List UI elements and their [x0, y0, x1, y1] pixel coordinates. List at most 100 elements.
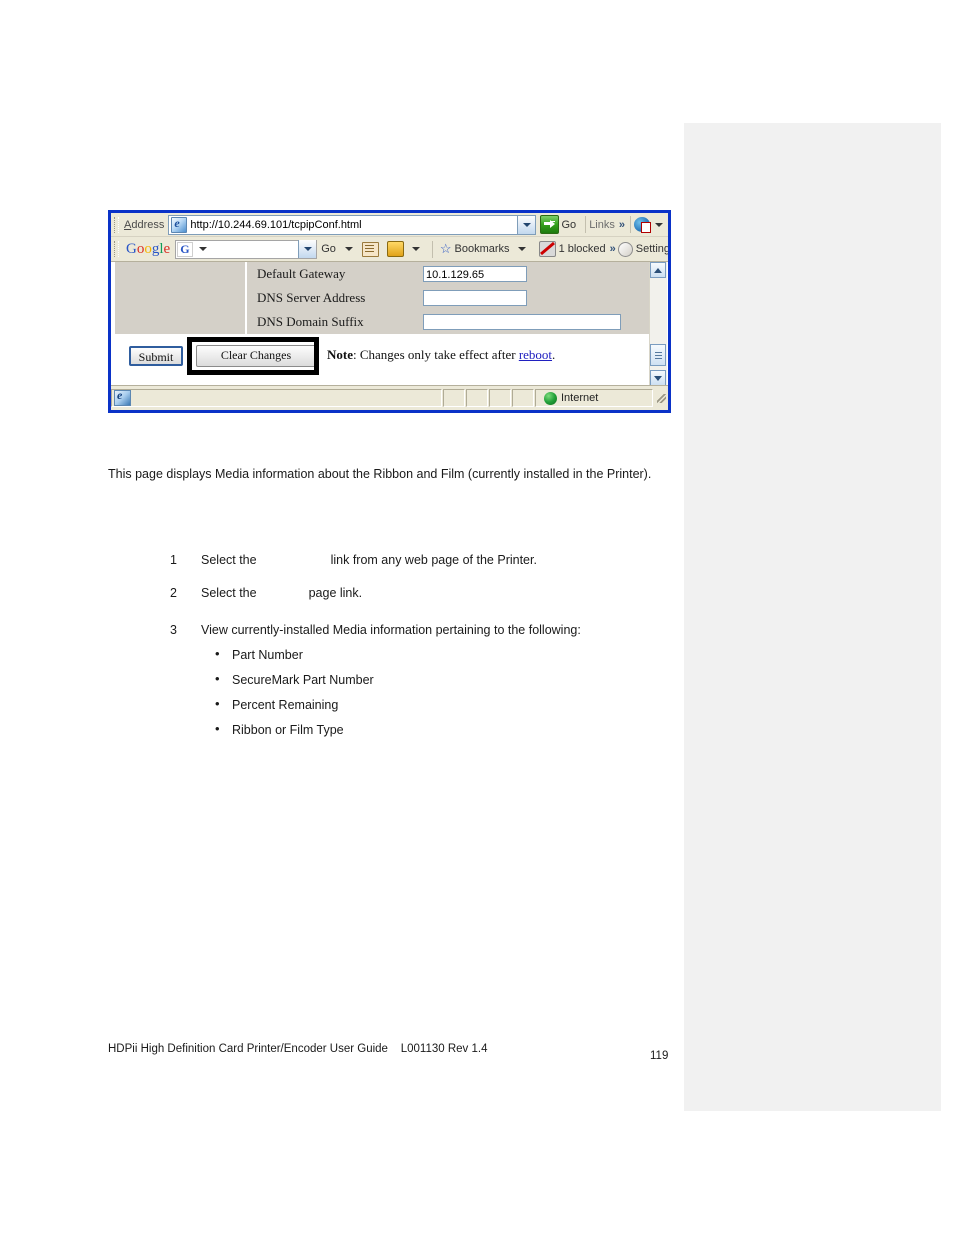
- note-prefix: Note: [327, 347, 353, 362]
- browser-status-bar: Internet: [111, 385, 668, 410]
- status-cell: [466, 389, 488, 407]
- google-badge-icon: G: [177, 241, 193, 257]
- field-row-default-gateway: Default Gateway 10.1.129.65: [247, 262, 649, 286]
- chevron-down-icon[interactable]: [517, 247, 526, 251]
- intro-paragraph: This page displays Media information abo…: [108, 467, 652, 481]
- star-icon: ☆: [439, 241, 452, 256]
- form-note: Note: Changes only take effect after reb…: [327, 347, 555, 363]
- right-margin-panel: [684, 123, 941, 1111]
- bullet-part-number: Part Number: [108, 646, 668, 663]
- google-popup-blocker-button[interactable]: [383, 241, 429, 257]
- google-logo: Google: [126, 240, 171, 257]
- step-3-text: View currently-installed Media informati…: [201, 623, 581, 637]
- step-1-text-before: Select the: [201, 553, 257, 567]
- status-cell: [489, 389, 511, 407]
- settings-label: Settings: [635, 243, 671, 255]
- blocked-popups-icon: [538, 241, 556, 257]
- note-suffix: .: [552, 347, 556, 362]
- status-cell: [512, 389, 534, 407]
- dns-server-address-input[interactable]: [423, 290, 527, 306]
- globe-icon: [544, 391, 557, 405]
- procedure-steps: 1 Select the link from any web page of th…: [108, 552, 668, 738]
- submit-button[interactable]: Submit: [129, 346, 183, 366]
- page-number: 119: [650, 1050, 669, 1062]
- address-bar: Address http://10.244.69.101/tcpipConf.h…: [111, 213, 668, 237]
- step-2-body: Select the page link.: [201, 585, 668, 601]
- toolbar-grip[interactable]: [114, 241, 119, 257]
- dns-domain-suffix-label: DNS Domain Suffix: [257, 314, 364, 329]
- form-fields-column: Default Gateway 10.1.129.65 DNS Server A…: [247, 262, 649, 334]
- toolbar-separator: [585, 216, 587, 233]
- go-arrow-icon: [539, 215, 559, 234]
- settings-icon: [617, 241, 633, 257]
- bullet-securemark-part-number: SecureMark Part Number: [108, 671, 668, 688]
- step-1: 1 Select the link from any web page of th…: [108, 552, 668, 568]
- step-3: 3 View currently-installed Media informa…: [108, 622, 668, 638]
- page-footer: HDPii High Definition Card Printer/Encod…: [108, 1043, 488, 1055]
- resize-grip-icon[interactable]: [654, 391, 668, 405]
- google-search-dropdown-icon[interactable]: [298, 240, 317, 258]
- dns-domain-suffix-input[interactable]: [423, 314, 621, 330]
- note-body: : Changes only take effect after: [353, 347, 519, 362]
- status-message-cell: [111, 388, 442, 407]
- dns-server-address-label: DNS Server Address: [257, 290, 366, 305]
- bullet-percent-remaining: Percent Remaining: [108, 696, 668, 713]
- field-row-dns-server-address: DNS Server Address: [247, 286, 649, 310]
- bookmarks-label: Bookmarks: [454, 243, 510, 255]
- google-bookmarks-button[interactable]: ☆ Bookmarks: [436, 241, 535, 257]
- chevron-down-icon[interactable]: [411, 247, 420, 251]
- step-2-text-before: Select the: [201, 586, 257, 600]
- vertical-scrollbar[interactable]: [649, 262, 667, 386]
- tcpip-config-form: Default Gateway 10.1.129.65 DNS Server A…: [115, 262, 649, 334]
- browser-icon: [114, 388, 131, 406]
- status-cell: [443, 389, 465, 407]
- scroll-up-button[interactable]: [650, 262, 666, 278]
- reboot-link[interactable]: reboot: [519, 347, 552, 362]
- step-3-number: 3: [170, 623, 177, 637]
- google-blocked-counter[interactable]: 1 blocked: [535, 241, 610, 257]
- step-1-number: 1: [170, 553, 177, 567]
- google-news-button[interactable]: [358, 241, 383, 257]
- form-left-column: [115, 262, 247, 334]
- chevron-down-icon[interactable]: [198, 247, 207, 251]
- go-button[interactable]: Go: [538, 215, 583, 234]
- bullet-ribbon-or-film-type: Ribbon or Film Type: [108, 721, 668, 738]
- step-1-body: Select the link from any web page of the …: [201, 552, 668, 568]
- media-info-bullet-list: Part Number SecureMark Part Number Perce…: [108, 646, 668, 738]
- chevron-double-right-icon[interactable]: »: [619, 219, 625, 231]
- address-url-text: http://10.244.69.101/tcpipConf.html: [190, 218, 362, 231]
- page-favicon-icon: [171, 216, 188, 233]
- security-zone-label: Internet: [561, 392, 599, 404]
- popup-blocker-icon: [386, 241, 404, 257]
- chevron-left-right-icon[interactable]: [344, 247, 353, 251]
- google-go-button[interactable]: Go: [317, 243, 340, 255]
- address-label: Address: [124, 218, 165, 231]
- blocked-label: 1 blocked: [558, 243, 606, 255]
- address-dropdown-icon[interactable]: [516, 215, 535, 234]
- google-toolbar: Google G Go ☆ Bookmarks 1 blocked » Sett…: [111, 237, 668, 262]
- default-gateway-input[interactable]: 10.1.129.65: [423, 266, 527, 282]
- toolbar-separator: [630, 216, 631, 233]
- google-go-label: Go: [321, 243, 336, 255]
- links-toolbar[interactable]: Links »: [589, 219, 627, 231]
- document-body: This page displays Media information abo…: [108, 466, 668, 737]
- go-button-label: Go: [561, 218, 577, 231]
- toolbar-grip[interactable]: [114, 216, 119, 233]
- step-2-text-after: page link.: [308, 586, 363, 600]
- form-button-row: Submit Clear Changes Note: Changes only …: [115, 336, 649, 376]
- security-zone-cell: Internet: [535, 389, 653, 407]
- toolbar-separator: [431, 240, 433, 258]
- scrollbar-thumb[interactable]: [650, 344, 666, 366]
- default-gateway-label: Default Gateway: [257, 266, 346, 281]
- address-input[interactable]: http://10.244.69.101/tcpipConf.html: [168, 214, 536, 235]
- clear-changes-button[interactable]: Clear Changes: [196, 345, 316, 367]
- web-page-content: Default Gateway 10.1.129.65 DNS Server A…: [111, 262, 668, 386]
- chevron-down-icon[interactable]: [655, 222, 663, 227]
- google-settings-button[interactable]: Settings: [614, 241, 671, 257]
- field-row-dns-domain-suffix: DNS Domain Suffix: [247, 310, 649, 334]
- scroll-down-button[interactable]: [650, 370, 666, 386]
- browser-window-screenshot: Address http://10.244.69.101/tcpipConf.h…: [108, 210, 671, 413]
- acrobat-web-capture-icon[interactable]: [634, 217, 651, 233]
- google-search-input[interactable]: G: [175, 239, 318, 259]
- news-icon: [361, 241, 379, 257]
